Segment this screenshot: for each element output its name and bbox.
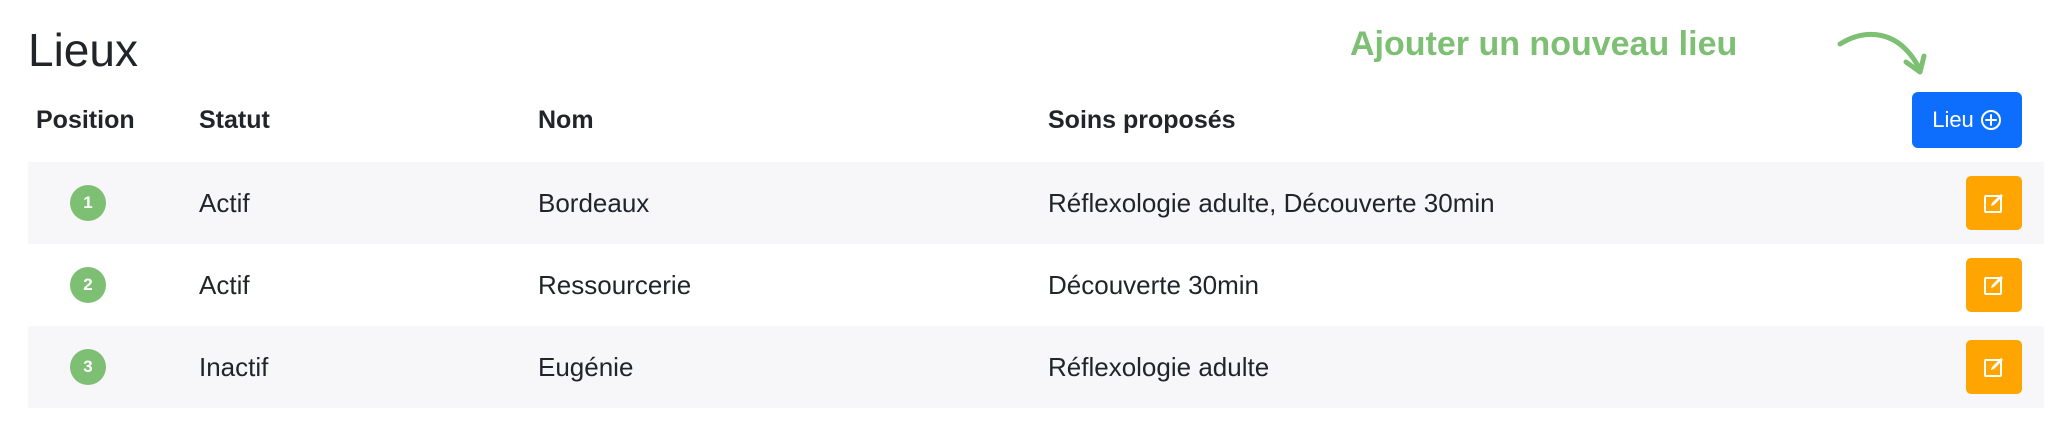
table-row: 1 Actif Bordeaux Réflexologie adulte, Dé… bbox=[28, 162, 2044, 244]
table-header: Position Statut Nom Soins proposés bbox=[0, 96, 2048, 144]
row-name: Eugénie bbox=[538, 352, 634, 382]
edit-button[interactable] bbox=[1966, 340, 2022, 394]
table-row: 3 Inactif Eugénie Réflexologie adulte bbox=[28, 326, 2044, 408]
table-row: 2 Actif Ressourcerie Découverte 30min bbox=[28, 244, 2044, 326]
header-services: Soins proposés bbox=[1048, 106, 1236, 134]
header-position: Position bbox=[36, 106, 135, 134]
row-services: Réflexologie adulte bbox=[1048, 352, 1270, 382]
header-name: Nom bbox=[538, 106, 594, 134]
edit-button[interactable] bbox=[1966, 258, 2022, 312]
row-name: Bordeaux bbox=[538, 188, 650, 218]
edit-icon bbox=[1984, 194, 2003, 213]
row-services: Réflexologie adulte, Découverte 30min bbox=[1048, 188, 1495, 218]
row-services: Découverte 30min bbox=[1048, 270, 1259, 300]
row-status: Actif bbox=[199, 188, 250, 218]
edit-icon bbox=[1984, 276, 2003, 295]
page-title: Lieux bbox=[28, 24, 138, 76]
position-badge: 1 bbox=[70, 185, 106, 221]
row-status: Actif bbox=[199, 270, 250, 300]
position-badge: 3 bbox=[70, 349, 106, 385]
edit-button[interactable] bbox=[1966, 176, 2022, 230]
row-name: Ressourcerie bbox=[538, 270, 692, 300]
curved-arrow-icon bbox=[1837, 31, 1927, 75]
row-status: Inactif bbox=[199, 352, 269, 382]
edit-icon bbox=[1984, 358, 2003, 377]
header-status: Statut bbox=[199, 106, 270, 134]
position-badge: 2 bbox=[70, 267, 106, 303]
add-location-annotation: Ajouter un nouveau lieu bbox=[1350, 25, 1738, 63]
